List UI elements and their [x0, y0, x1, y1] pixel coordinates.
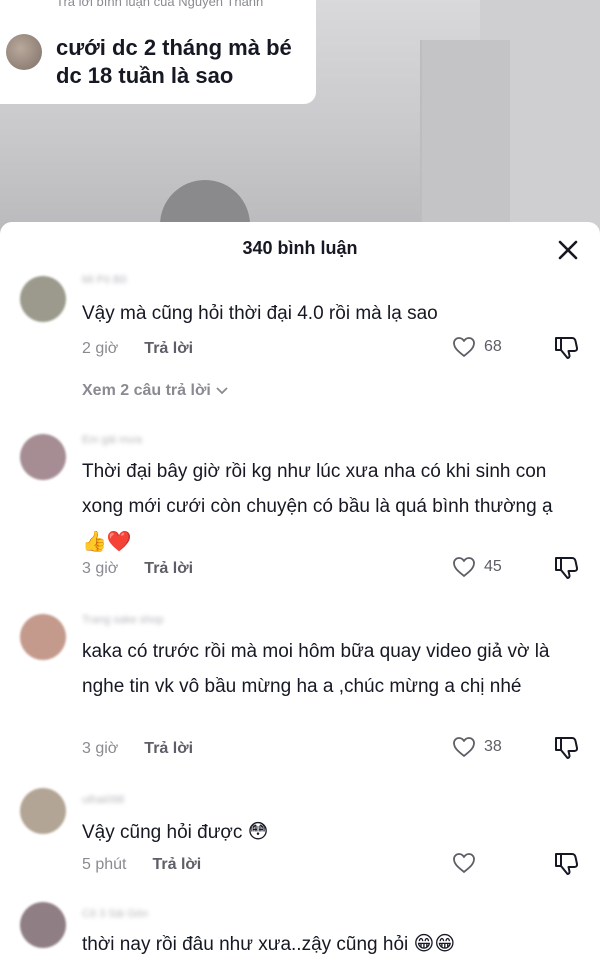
like-button[interactable]: 68 [452, 336, 502, 358]
thumbs-down-icon [555, 557, 579, 579]
reply-button[interactable]: Trả lời [152, 856, 201, 874]
like-count: 68 [484, 338, 502, 355]
emoji-grin: 😁😁 [413, 931, 456, 955]
close-icon [558, 240, 578, 260]
dislike-button[interactable] [553, 334, 579, 360]
comment-username[interactable]: Mi Pó Bô [82, 274, 127, 286]
avatar[interactable] [20, 434, 66, 480]
heart-icon [453, 737, 475, 757]
comment-username[interactable]: uthai098 [82, 794, 124, 806]
avatar[interactable] [20, 788, 66, 834]
emoji-flushed: 😳 [247, 819, 269, 843]
reply-card-avatar [6, 34, 42, 70]
heart-icon [453, 337, 475, 357]
comment-time: 2 giờ [82, 340, 119, 357]
like-count: 45 [484, 558, 502, 575]
dislike-button[interactable] [553, 850, 579, 876]
view-replies-label: Xem 2 câu trả lời [82, 382, 211, 399]
comment-item: uthai098 Vậy cũng hỏi được 😳 5 phút Trả … [0, 784, 600, 894]
thumbs-down-icon [555, 853, 579, 875]
comment-text-body: thời nay rồi đâu như xưa..zậy cũng hỏi [82, 934, 409, 955]
like-count: 38 [484, 738, 502, 755]
comment-text: kaka có trước rồi mà moi hôm bữa quay vi… [82, 641, 550, 697]
reply-button[interactable]: Trả lời [144, 740, 193, 758]
avatar[interactable] [20, 276, 66, 322]
comment-text: Vậy mà cũng hỏi thời đại 4.0 rồi mà lạ s… [82, 303, 438, 324]
comment-text: Vậy cũng hỏi được 😳 [82, 814, 582, 850]
emoji-thumbs-heart: 👍❤️ [82, 529, 132, 553]
reply-button[interactable]: Trả lời [144, 340, 193, 358]
comment-time: 5 phút [82, 856, 127, 873]
reply-comment-card[interactable]: Trả lời bình luận của Nguyễn Thanh cưới … [0, 0, 316, 104]
comment-item: Trang sake shop kaka có trước rồi mà moi… [0, 604, 600, 774]
comment-item: Em gái mưa Thời đại bây giờ rồi kg như l… [0, 424, 600, 594]
comment-meta: 2 giờ Trả lời [82, 340, 193, 358]
like-button[interactable]: 38 [452, 736, 502, 758]
comments-count-title: 340 bình luận [242, 238, 358, 258]
thumbs-down-icon [555, 337, 579, 359]
like-button[interactable] [452, 852, 476, 874]
dislike-button[interactable] [553, 554, 579, 580]
comment-username[interactable]: Trang sake shop [82, 614, 164, 626]
comments-sheet: 340 bình luận Mi Pó Bô Vậy mà cũng hỏi t… [0, 222, 600, 963]
view-replies-button[interactable]: Xem 2 câu trả lời [82, 382, 229, 400]
heart-icon [453, 557, 475, 577]
thumbs-down-icon [555, 737, 579, 759]
comment-item: Mi Pó Bô Vậy mà cũng hỏi thời đại 4.0 rồ… [0, 266, 600, 416]
like-button[interactable]: 45 [452, 556, 502, 578]
avatar[interactable] [20, 614, 66, 660]
heart-icon [453, 853, 475, 873]
comment-item: Cô 3 Sài Gòn thời nay rồi đâu như xưa..z… [0, 898, 600, 963]
comment-username[interactable]: Cô 3 Sài Gòn [82, 908, 148, 920]
chevron-down-icon [216, 387, 228, 395]
reply-card-text: cưới dc 2 tháng mà bé dc 18 tuần là sao [56, 35, 292, 88]
comment-text: Thời đại bây giờ rồi kg như lúc xưa nha … [82, 454, 582, 560]
video-door [420, 40, 510, 240]
comment-time: 3 giờ [82, 740, 119, 757]
reply-card-meta: Trả lời bình luận của Nguyễn Thanh [56, 0, 264, 9]
comment-meta: 3 giờ Trả lời [82, 740, 193, 758]
reply-button[interactable]: Trả lời [144, 560, 193, 578]
comment-meta: 3 giờ Trả lời [82, 560, 193, 578]
avatar[interactable] [20, 902, 66, 948]
comment-text: thời nay rồi đâu như xưa..zậy cũng hỏi 😁… [82, 926, 582, 962]
comment-time: 3 giờ [82, 560, 119, 577]
comment-username[interactable]: Em gái mưa [82, 434, 142, 446]
dislike-button[interactable] [553, 734, 579, 760]
close-button[interactable] [554, 236, 582, 264]
comment-meta: 5 phút Trả lời [82, 856, 201, 874]
comment-text-body: Vậy cũng hỏi được [82, 822, 243, 843]
comment-text-body: Thời đại bây giờ rồi kg như lúc xưa nha … [82, 461, 553, 517]
